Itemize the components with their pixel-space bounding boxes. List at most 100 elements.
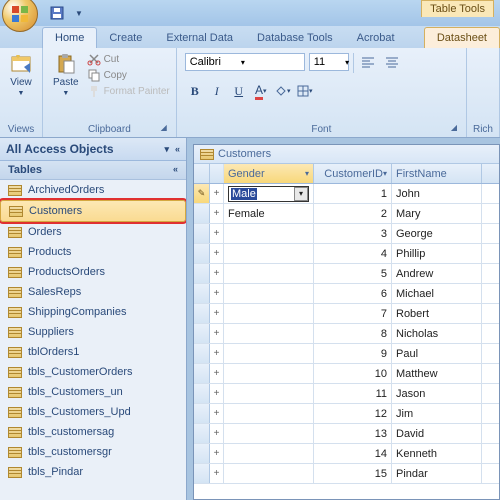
cell-customerid[interactable]: 7 (314, 304, 392, 323)
gridlines-button[interactable]: ▾ (295, 81, 315, 101)
cell-customerid[interactable]: 15 (314, 464, 392, 483)
cell-customerid[interactable]: 14 (314, 444, 392, 463)
row-selector[interactable]: ✎ (194, 184, 210, 203)
row-selector[interactable] (194, 424, 210, 443)
expand-button[interactable]: + (210, 364, 224, 383)
table-row[interactable]: +11Jason (194, 384, 499, 404)
table-row[interactable]: +8Nicholas (194, 324, 499, 344)
table-row[interactable]: +12Jim (194, 404, 499, 424)
italic-button[interactable]: I (207, 81, 227, 101)
cell-firstname[interactable]: Jim (392, 404, 482, 423)
cell-customerid[interactable]: 9 (314, 344, 392, 363)
row-selector[interactable] (194, 304, 210, 323)
cell-firstname[interactable]: Mary (392, 204, 482, 223)
row-selector[interactable] (194, 364, 210, 383)
col-header-customerid[interactable]: CustomerID▾ (314, 164, 392, 183)
row-selector[interactable] (194, 284, 210, 303)
clipboard-launcher[interactable]: ◢ (158, 123, 170, 135)
cell-firstname[interactable]: Michael (392, 284, 482, 303)
cell-customerid[interactable]: 8 (314, 324, 392, 343)
cell-customerid[interactable]: 10 (314, 364, 392, 383)
font-launcher[interactable]: ◢ (448, 123, 460, 135)
expand-button[interactable]: + (210, 444, 224, 463)
tab-acrobat[interactable]: Acrobat (345, 28, 407, 48)
cell-gender[interactable] (224, 264, 314, 283)
table-row[interactable]: ✎+Male▾1John (194, 184, 499, 204)
col-customerid-filter-icon[interactable]: ▾ (383, 169, 387, 178)
cell-firstname[interactable]: Phillip (392, 244, 482, 263)
cell-gender[interactable] (224, 364, 314, 383)
row-selector[interactable] (194, 244, 210, 263)
cell-firstname[interactable]: Paul (392, 344, 482, 363)
cell-gender[interactable] (224, 384, 314, 403)
col-header-firstname[interactable]: FirstName (392, 164, 482, 183)
tab-database-tools[interactable]: Database Tools (245, 28, 345, 48)
tab-external-data[interactable]: External Data (154, 28, 245, 48)
table-row[interactable]: +15Pindar (194, 464, 499, 484)
nav-item-archivedorders[interactable]: ArchivedOrders (0, 180, 186, 200)
tab-datasheet[interactable]: Datasheet (424, 27, 500, 48)
save-button[interactable] (48, 4, 66, 22)
gender-combo-editor[interactable]: Male▾ (228, 186, 309, 202)
nav-item-tbls_customersgr[interactable]: tbls_customersgr (0, 442, 186, 462)
nav-dropdown-icon[interactable]: ▾ (164, 144, 169, 155)
underline-button[interactable]: U (229, 81, 249, 101)
cell-firstname[interactable]: Matthew (392, 364, 482, 383)
table-row[interactable]: +6Michael (194, 284, 499, 304)
row-selector[interactable] (194, 404, 210, 423)
table-row[interactable]: +14Kenneth (194, 444, 499, 464)
expand-button[interactable]: + (210, 424, 224, 443)
nav-item-tbls_customerorders[interactable]: tbls_CustomerOrders (0, 362, 186, 382)
cell-customerid[interactable]: 1 (314, 184, 392, 203)
qat-dropdown[interactable]: ▼ (70, 4, 88, 22)
copy-button[interactable]: Copy (87, 67, 170, 83)
font-name-combo[interactable]: Calibri▾ (185, 53, 305, 71)
expand-button[interactable]: + (210, 264, 224, 283)
expand-button[interactable]: + (210, 404, 224, 423)
cell-firstname[interactable]: Kenneth (392, 444, 482, 463)
cell-customerid[interactable]: 3 (314, 224, 392, 243)
cell-firstname[interactable]: Pindar (392, 464, 482, 483)
row-selector[interactable] (194, 204, 210, 223)
nav-group-tables[interactable]: Tables « (0, 161, 186, 180)
cell-gender[interactable] (224, 224, 314, 243)
nav-item-tbls_customers_un[interactable]: tbls_Customers_un (0, 382, 186, 402)
cut-button[interactable]: Cut (87, 51, 170, 67)
cell-customerid[interactable]: 12 (314, 404, 392, 423)
col-gender-filter-icon[interactable]: ▾ (305, 169, 309, 178)
row-selector[interactable] (194, 384, 210, 403)
table-window-title[interactable]: Customers (194, 145, 499, 164)
nav-item-shippingcompanies[interactable]: ShippingCompanies (0, 302, 186, 322)
row-selector[interactable] (194, 224, 210, 243)
cell-customerid[interactable]: 13 (314, 424, 392, 443)
font-color-button[interactable]: A▾ (251, 81, 271, 101)
expand-button[interactable]: + (210, 224, 224, 243)
col-header-gender[interactable]: Gender▾ (224, 164, 314, 183)
nav-header[interactable]: All Access Objects ▾« (0, 138, 186, 161)
nav-item-customers[interactable]: Customers (0, 200, 186, 222)
cell-gender[interactable] (224, 284, 314, 303)
cell-gender[interactable] (224, 424, 314, 443)
expand-button[interactable]: + (210, 324, 224, 343)
table-row[interactable]: +5Andrew (194, 264, 499, 284)
cell-firstname[interactable]: Nicholas (392, 324, 482, 343)
select-all-cell[interactable] (194, 164, 210, 183)
cell-gender[interactable] (224, 404, 314, 423)
expand-button[interactable]: + (210, 464, 224, 483)
cell-firstname[interactable]: George (392, 224, 482, 243)
cell-gender[interactable]: Female (224, 204, 314, 223)
format-painter-button[interactable]: Format Painter (87, 83, 170, 99)
tab-create[interactable]: Create (97, 28, 154, 48)
row-selector[interactable] (194, 264, 210, 283)
table-row[interactable]: +Female2Mary (194, 204, 499, 224)
align-center-button[interactable] (382, 53, 402, 73)
tab-home[interactable]: Home (42, 27, 97, 48)
nav-item-orders[interactable]: Orders (0, 222, 186, 242)
nav-collapse-button[interactable]: « (175, 144, 180, 155)
cell-gender[interactable] (224, 244, 314, 263)
combo-dropdown-button[interactable]: ▾ (294, 187, 308, 201)
fill-color-button[interactable]: ▾ (273, 81, 293, 101)
row-selector[interactable] (194, 464, 210, 483)
cell-firstname[interactable]: David (392, 424, 482, 443)
expand-button[interactable]: + (210, 284, 224, 303)
